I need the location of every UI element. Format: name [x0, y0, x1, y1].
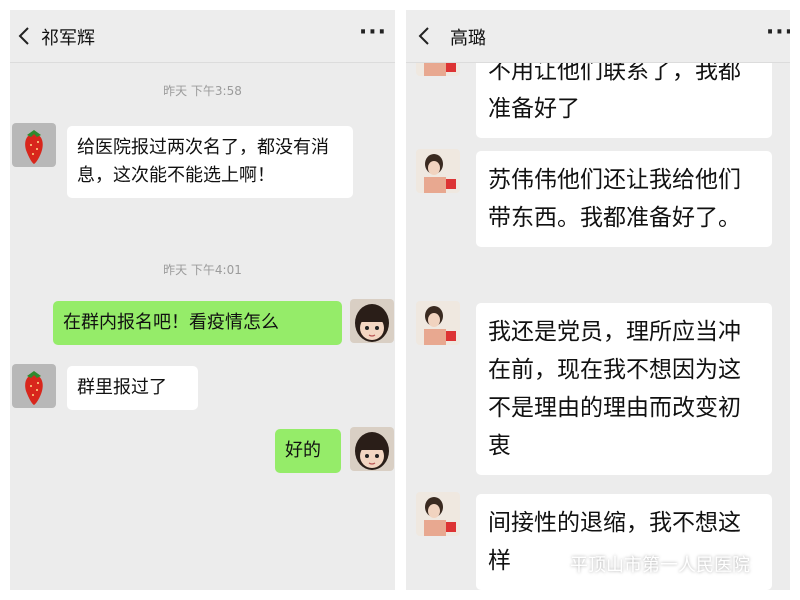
chat-title: 高璐 — [450, 28, 486, 49]
avatar-woman[interactable] — [416, 492, 460, 536]
chat-title: 祁军辉 — [41, 28, 95, 49]
chat-header: 祁军辉 ··· — [10, 10, 395, 63]
avatar-strawberry[interactable] — [12, 123, 56, 167]
message-bubble-sent[interactable]: 好的 — [275, 429, 341, 473]
avatar-strawberry[interactable] — [12, 364, 56, 408]
timestamp: 昨天 下午4:01 — [163, 263, 242, 277]
avatar-child[interactable] — [350, 427, 394, 471]
right-chat-panel: 高璐 ··· 不用让他们联系了，我都准备好了 苏伟伟他们还让我给他们带东西。我都… — [406, 10, 790, 590]
timestamp: 昨天 下午3:58 — [163, 84, 242, 98]
chat-header: 高璐 ··· — [406, 10, 790, 63]
message-bubble[interactable]: 给医院报过两次名了，都没有消息，这次能不能选上啊！ — [67, 126, 353, 198]
chevron-left-icon[interactable] — [16, 26, 32, 46]
message-bubble[interactable]: 苏伟伟他们还让我给他们带东西。我都准备好了。 — [476, 151, 772, 247]
message-bubble-sent[interactable]: 在群内报名吧！看疫情怎么 — [53, 301, 342, 345]
avatar-child[interactable] — [350, 299, 394, 343]
watermark: 平顶山市第一人民医院 — [542, 552, 750, 576]
more-dots-icon[interactable]: ··· — [359, 20, 387, 45]
avatar-woman[interactable] — [416, 149, 460, 193]
left-chat-panel: 祁军辉 ··· 昨天 下午3:58 给医院报过两次名了，都没有消息，这次能不能选… — [10, 10, 395, 590]
more-dots-icon[interactable]: ··· — [766, 20, 790, 45]
message-bubble[interactable]: 我还是党员，理所应当冲在前，现在我不想因为这不是理由的理由而改变初衷 — [476, 303, 772, 475]
watermark-text: 平顶山市第一人民医院 — [570, 555, 750, 576]
avatar-woman[interactable] — [416, 301, 460, 345]
wechat-logo-icon — [542, 554, 564, 573]
message-bubble[interactable]: 群里报过了 — [67, 366, 198, 410]
chevron-left-icon[interactable] — [416, 26, 432, 46]
